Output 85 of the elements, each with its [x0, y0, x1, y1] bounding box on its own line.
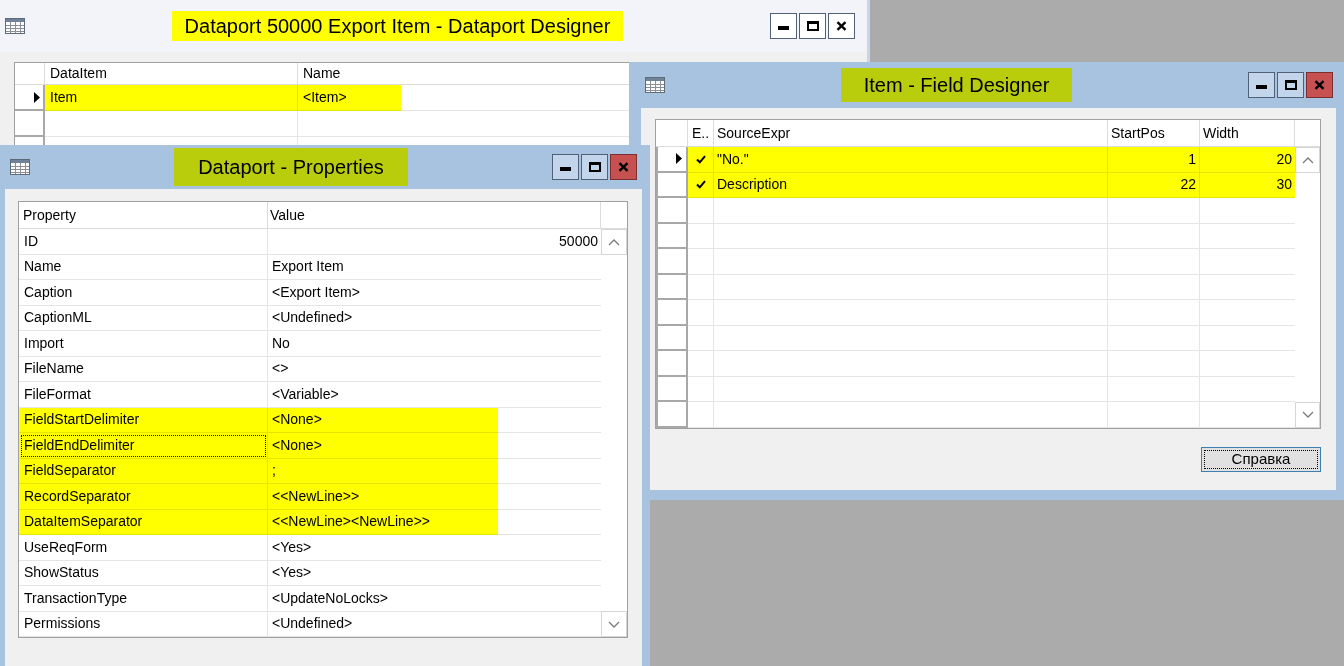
table-cell: <Variable> — [268, 382, 601, 408]
maximize-icon — [1284, 80, 1297, 90]
vertical-scrollbar[interactable] — [1295, 147, 1320, 428]
close-icon — [1314, 80, 1325, 90]
table-cell: RecordSeparator — [19, 484, 268, 510]
table-cell: DataItemSeparator — [19, 509, 268, 535]
maximize-button[interactable] — [1277, 72, 1304, 98]
table-icon — [645, 77, 665, 93]
table-cell: Permissions — [19, 611, 268, 637]
table-cell: <UpdateNoLocks> — [268, 586, 601, 612]
minimize-button[interactable] — [770, 13, 797, 39]
column-header: Width — [1200, 120, 1295, 146]
chevron-up-icon — [1301, 156, 1314, 164]
table-cell — [688, 274, 714, 300]
table-cell: No — [268, 331, 601, 357]
table-cell — [688, 223, 714, 249]
scroll-up-button[interactable] — [1295, 147, 1320, 173]
minimize-icon — [1256, 85, 1267, 89]
table-cell: CaptionML — [19, 305, 268, 331]
row-header[interactable] — [15, 85, 45, 111]
table-cell — [688, 325, 714, 351]
scroll-up-button[interactable] — [601, 229, 627, 255]
table-cell: <Undefined> — [268, 611, 601, 637]
column-header: Property — [19, 202, 268, 228]
minimize-button[interactable] — [552, 154, 579, 180]
column-header: StartPos — [1108, 120, 1200, 146]
column-header: DataItem — [45, 63, 298, 84]
table-cell: 1 — [1108, 147, 1200, 173]
table-cell: <<NewLine><NewLine>> — [268, 509, 601, 535]
table-cell: "No." — [714, 147, 1108, 173]
table-cell: <Yes> — [268, 560, 601, 586]
chevron-up-icon — [608, 238, 620, 246]
window-title: Dataport 50000 Export Item - Dataport Designer — [171, 11, 624, 41]
row-pointer-icon — [676, 153, 682, 165]
table-icon — [10, 159, 30, 175]
table-cell: ID — [19, 229, 268, 255]
minimize-icon — [560, 167, 571, 171]
maximize-icon — [588, 162, 601, 172]
table-cell: <<NewLine>> — [268, 484, 601, 510]
close-icon — [618, 162, 629, 172]
minimize-button[interactable] — [1248, 72, 1275, 98]
table-cell — [688, 376, 714, 402]
table-cell: TransactionType — [19, 586, 268, 612]
chevron-down-icon — [608, 620, 620, 628]
table-cell: <Undefined> — [268, 305, 601, 331]
table-cell: <Yes> — [268, 535, 601, 561]
table-cell: <None> — [268, 433, 601, 459]
maximize-button[interactable] — [581, 154, 608, 180]
window-title: Item - Field Designer — [840, 68, 1073, 102]
table-cell: Export Item — [268, 254, 601, 280]
help-button[interactable]: Справка — [1201, 446, 1321, 472]
chevron-down-icon — [1301, 411, 1314, 418]
table-cell: UseReqForm — [19, 535, 268, 561]
table-cell: <Export Item> — [268, 280, 601, 306]
maximize-icon — [806, 21, 819, 31]
window-title: Dataport - Properties — [174, 148, 408, 186]
table-cell — [688, 351, 714, 377]
row-pointer-icon — [34, 91, 40, 103]
vertical-scrollbar[interactable] — [601, 229, 627, 637]
table-cell: Item — [45, 85, 298, 111]
table-cell: ShowStatus — [19, 560, 268, 586]
column-header: SourceExpr — [714, 120, 1108, 146]
close-button[interactable] — [828, 13, 855, 39]
table-cell: FileName — [19, 356, 268, 382]
maximize-button[interactable] — [799, 13, 826, 39]
scroll-down-button[interactable] — [601, 611, 627, 637]
table-cell: Import — [19, 331, 268, 357]
scroll-down-button[interactable] — [1295, 401, 1320, 428]
table-cell: FileFormat — [19, 382, 268, 408]
minimize-icon — [778, 26, 789, 30]
table-cell: FieldEndDelimiter — [19, 433, 268, 459]
table-cell: 50000 — [268, 229, 601, 255]
table-cell: <> — [268, 356, 601, 382]
table-cell: Description — [714, 172, 1108, 198]
column-header: E.. — [688, 120, 714, 146]
table-icon — [5, 18, 25, 34]
table-cell — [688, 300, 714, 326]
table-cell: 22 — [1108, 172, 1200, 198]
close-icon — [836, 21, 847, 31]
column-header: Value — [268, 202, 601, 228]
row-header[interactable] — [656, 147, 688, 173]
table-cell — [688, 249, 714, 275]
table-cell: Caption — [19, 280, 268, 306]
table-cell — [688, 402, 714, 428]
table-cell: Name — [19, 254, 268, 280]
